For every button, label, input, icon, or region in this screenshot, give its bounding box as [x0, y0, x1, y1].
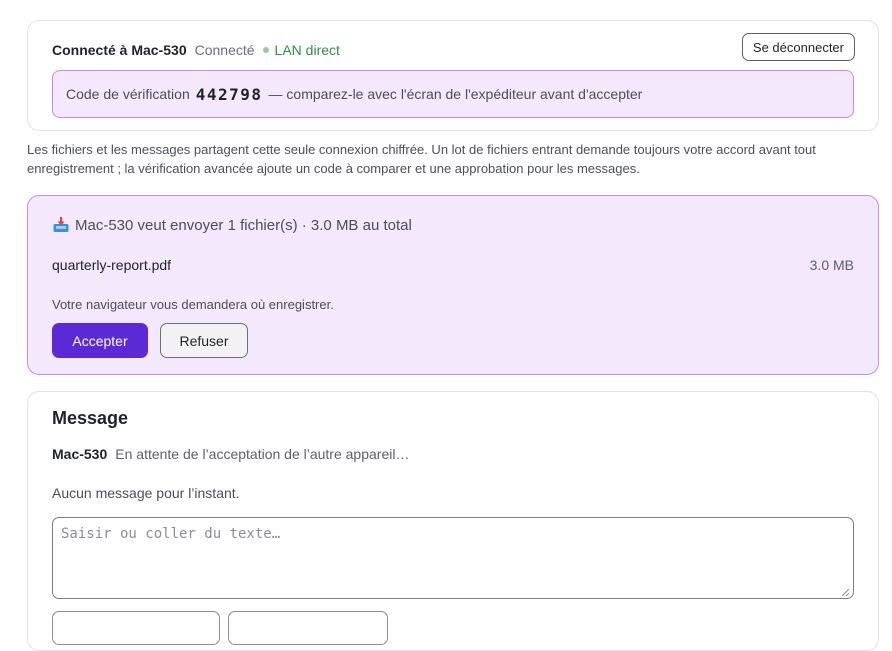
- disconnect-button[interactable]: Se déconnecter: [741, 33, 855, 61]
- peer-status: En attente de l’acceptation de l’autre a…: [115, 446, 410, 462]
- lan-status-label: LAN direct: [274, 42, 340, 58]
- verification-suffix: — comparez-le avec l'écran de l'expédite…: [268, 86, 643, 102]
- resize-grip-icon[interactable]: [840, 587, 850, 597]
- refuse-button[interactable]: Refuser: [160, 323, 248, 358]
- accept-button[interactable]: Accepter: [52, 323, 148, 358]
- connection-card: Connecté à Mac-530 Connecté LAN direct S…: [27, 20, 879, 131]
- incoming-transfer-title: Mac-530 veut envoyer 1 fichier(s) · 3.0 …: [75, 216, 412, 234]
- message-card: Message Mac-530 En attente de l’acceptat…: [27, 391, 879, 651]
- save-location-note: Votre navigateur vous demandera où enreg…: [52, 297, 334, 312]
- lan-status-dot-icon: [262, 47, 269, 53]
- verification-code-box: Code de vérification 442798 — comparez-l…: [52, 70, 854, 118]
- connection-status-row: Connecté à Mac-530 Connecté LAN direct: [52, 40, 854, 60]
- incoming-transfer-card: Mac-530 veut envoyer 1 fichier(s) · 3.0 …: [27, 195, 879, 375]
- message-heading: Message: [52, 408, 129, 428]
- peer-name: Mac-530: [52, 446, 108, 462]
- connection-title: Connecté à Mac-530: [52, 42, 187, 58]
- message-action-button-1[interactable]: [52, 611, 220, 645]
- file-size: 3.0 MB: [809, 257, 854, 273]
- inbox-tray-icon: [53, 217, 69, 232]
- file-name: quarterly-report.pdf: [52, 257, 172, 273]
- file-list-item: quarterly-report.pdf 3.0 MB: [52, 257, 854, 273]
- message-input[interactable]: [52, 517, 854, 599]
- empty-messages-text: Aucun message pour l’instant.: [52, 485, 240, 501]
- verification-prefix: Code de vérification: [66, 86, 190, 102]
- encryption-info-text: Les fichiers et les messages partagent c…: [27, 142, 816, 176]
- verification-code: 442798: [195, 84, 263, 104]
- message-action-button-2[interactable]: [228, 611, 388, 645]
- peer-status-row: Mac-530 En attente de l’acceptation de l…: [52, 446, 409, 462]
- incoming-transfer-title-row: Mac-530 veut envoyer 1 fichier(s) · 3.0 …: [52, 216, 412, 234]
- connection-status: Connecté: [194, 42, 255, 58]
